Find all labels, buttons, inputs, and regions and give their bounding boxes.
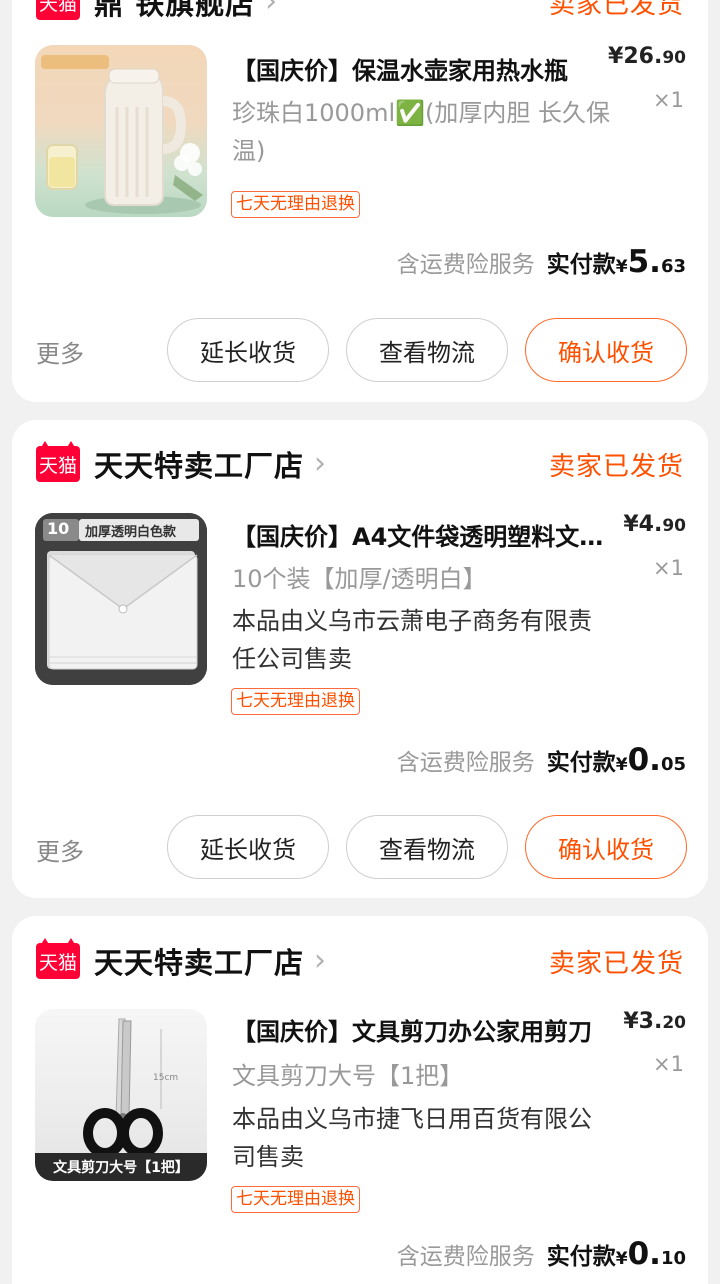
paid-amount-cents: 63 <box>660 256 686 277</box>
shop-name[interactable]: 天天特卖工厂店 <box>94 443 304 485</box>
payment-row: 含运费险服务 实付款 ¥ 0. 10 <box>397 1236 686 1276</box>
paid-amount: 5. <box>627 244 661 280</box>
more-button[interactable]: 更多 <box>36 832 84 867</box>
shop-name[interactable]: 鼎 铁旗舰店 <box>94 0 255 23</box>
currency-symbol: ¥ <box>615 755 628 775</box>
product-price: ¥3.20 <box>623 1009 686 1034</box>
product-title[interactable]: 【国庆价】A4文件袋透明塑料文件袋 <box>232 520 614 554</box>
order-status: 卖家已发货 <box>548 948 684 979</box>
view-logistics-button[interactable]: 查看物流 <box>346 318 508 382</box>
image-badge: 10 <box>47 519 70 538</box>
paid-amount: 0. <box>627 1236 661 1272</box>
currency-symbol: ¥ <box>615 1249 628 1269</box>
image-caption: 加厚透明白色款 <box>85 525 177 540</box>
shop-header[interactable]: 天猫 鼎 铁旗舰店 › 卖家已发货 <box>36 0 684 22</box>
chevron-right-icon: › <box>314 943 327 978</box>
shipping-insurance-note: 含运费险服务 <box>396 252 535 278</box>
tmall-logo-icon: 天猫 <box>36 0 80 20</box>
product-image[interactable] <box>35 45 207 217</box>
image-caption: 文具剪刀大号【1把】 <box>53 1160 189 1176</box>
return-policy-tag: 七天无理由退换 <box>231 688 360 715</box>
tmall-logo-icon: 天猫 <box>36 446 80 482</box>
shop-header[interactable]: 天猫 天天特卖工厂店 › 卖家已发货 <box>36 444 684 484</box>
view-logistics-button[interactable]: 查看物流 <box>346 815 508 879</box>
order-card-1: 天猫 鼎 铁旗舰店 › 卖家已发货 【国庆价】保温水壶家用热水瓶 ¥26.90 … <box>12 0 708 402</box>
scissors-illustration <box>35 1018 207 1181</box>
paid-amount-label: 实付款 <box>546 252 616 278</box>
extend-receipt-button[interactable]: 延长收货 <box>167 815 329 879</box>
paid-amount-cents: 05 <box>660 754 686 775</box>
return-policy-tag: 七天无理由退换 <box>231 191 360 218</box>
return-policy-tag: 七天无理由退换 <box>231 1186 360 1213</box>
product-title[interactable]: 【国庆价】保温水壶家用热水瓶 <box>232 54 614 88</box>
order-status: 卖家已发货 <box>548 451 684 482</box>
extend-receipt-button[interactable]: 延长收货 <box>167 318 329 382</box>
image-size-label: 15cm <box>153 1073 179 1083</box>
paid-amount-label: 实付款 <box>546 750 616 776</box>
order-card-3: 天猫 天天特卖工厂店 › 卖家已发货 15cm 文具剪刀大号【1把】 【国庆价】… <box>12 916 708 1284</box>
thermos-illustration <box>41 55 203 214</box>
product-sku: 10个装【加厚/透明白】 <box>232 565 487 593</box>
product-title[interactable]: 【国庆价】文具剪刀办公家用剪刀 <box>232 1015 614 1049</box>
product-image[interactable]: 10 加厚透明白色款 <box>35 513 207 685</box>
order-status: 卖家已发货 <box>548 0 684 20</box>
shipping-insurance-note: 含运费险服务 <box>396 750 535 776</box>
currency-symbol: ¥ <box>615 257 628 277</box>
product-quantity: ×1 <box>653 1052 684 1076</box>
product-sku: 文具剪刀大号【1把】 <box>232 1062 464 1090</box>
shipping-insurance-note: 含运费险服务 <box>396 1244 535 1270</box>
paid-amount: 0. <box>627 742 661 778</box>
product-image[interactable]: 15cm 文具剪刀大号【1把】 <box>35 1009 207 1181</box>
confirm-receipt-button[interactable]: 确认收货 <box>525 318 687 382</box>
seller-note: 本品由义乌市云萧电子商务有限责任公司售卖 <box>232 607 592 673</box>
chevron-right-icon: › <box>314 446 327 481</box>
product-quantity: ×1 <box>653 556 684 580</box>
more-button[interactable]: 更多 <box>36 334 84 369</box>
shop-header[interactable]: 天猫 天天特卖工厂店 › 卖家已发货 <box>36 941 684 981</box>
chevron-right-icon: › <box>265 0 278 19</box>
product-quantity: ×1 <box>653 88 684 112</box>
payment-row: 含运费险服务 实付款 ¥ 0. 05 <box>397 742 686 782</box>
confirm-receipt-button[interactable]: 确认收货 <box>525 815 687 879</box>
order-card-2: 天猫 天天特卖工厂店 › 卖家已发货 10 加厚透明白色款 【国庆价】A4文件袋… <box>12 420 708 898</box>
payment-row: 含运费险服务 实付款 ¥ 5. 63 <box>397 244 686 284</box>
product-price: ¥26.90 <box>608 44 686 69</box>
paid-amount-label: 实付款 <box>546 1244 616 1270</box>
seller-note: 本品由义乌市捷飞日用百货有限公司售卖 <box>232 1105 592 1171</box>
paid-amount-cents: 10 <box>660 1248 686 1269</box>
tmall-logo-icon: 天猫 <box>36 943 80 979</box>
shop-name[interactable]: 天天特卖工厂店 <box>94 940 304 982</box>
product-price: ¥4.90 <box>623 512 686 537</box>
product-sku: 珍珠白1000ml✅(加厚内胆 长久保温) <box>232 99 610 165</box>
